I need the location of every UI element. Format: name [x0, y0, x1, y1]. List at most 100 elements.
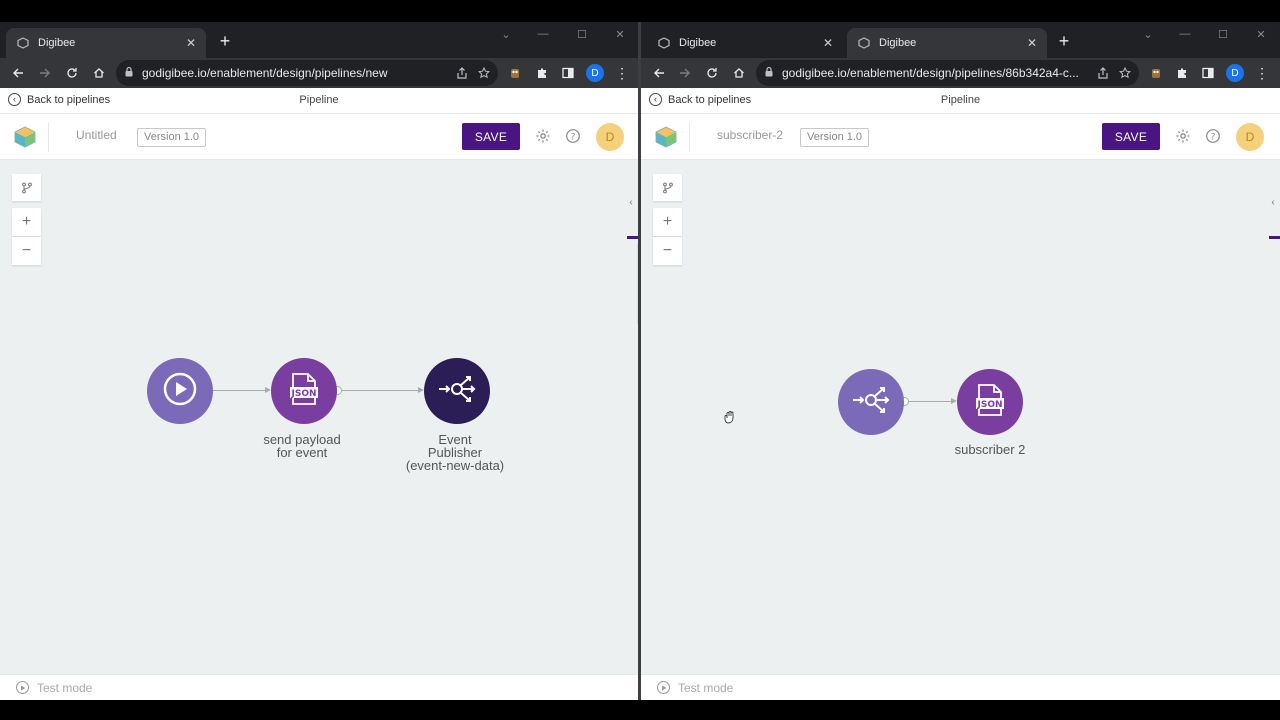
- extension-owl-icon[interactable]: [1146, 63, 1166, 83]
- bookmark-star-icon[interactable]: [476, 65, 492, 81]
- help-icon[interactable]: ?: [1204, 127, 1222, 145]
- close-window-icon[interactable]: ✕: [1254, 28, 1268, 41]
- side-panel-icon[interactable]: [1198, 63, 1218, 83]
- save-button[interactable]: SAVE: [462, 123, 520, 150]
- back-to-pipelines-label: Back to pipelines: [668, 93, 752, 106]
- json-step-node[interactable]: JSON: [957, 369, 1023, 435]
- pipeline-header: subscriber-2 Version 1.0 SAVE ? D: [641, 114, 1280, 160]
- chrome-profile-avatar[interactable]: D: [1225, 63, 1245, 83]
- pipeline-name[interactable]: subscriber-2: [717, 128, 783, 142]
- event-trigger-icon: [851, 383, 891, 422]
- minimize-icon[interactable]: —: [536, 28, 550, 40]
- back-to-pipelines-label: Back to pipelines: [27, 93, 111, 106]
- svg-text:?: ?: [571, 132, 576, 142]
- browser-toolbar: godigibee.io/enablement/design/pipelines…: [641, 58, 1280, 88]
- connector-line: [342, 390, 418, 391]
- tab-close-icon[interactable]: ✕: [186, 36, 196, 50]
- tab-title: Digibee: [879, 37, 917, 49]
- browser-tab[interactable]: Digibee ✕: [647, 28, 843, 58]
- share-icon[interactable]: [454, 65, 470, 81]
- new-tab-button[interactable]: +: [215, 32, 235, 52]
- trigger-node[interactable]: [147, 358, 213, 424]
- test-mode-bar[interactable]: Test mode: [0, 674, 638, 700]
- back-arrow-icon[interactable]: [8, 63, 28, 83]
- share-icon[interactable]: [1095, 65, 1111, 81]
- settings-gear-icon[interactable]: [534, 127, 552, 145]
- forward-arrow-icon[interactable]: [675, 63, 695, 83]
- version-badge[interactable]: Version 1.0: [800, 128, 870, 147]
- address-bar[interactable]: godigibee.io/enablement/design/pipelines…: [756, 60, 1139, 86]
- chrome-menu-icon[interactable]: ⋮: [1252, 63, 1272, 83]
- url-text: godigibee.io/enablement/design/pipelines…: [782, 66, 1079, 80]
- event-publisher-node[interactable]: [424, 358, 490, 424]
- maximize-icon[interactable]: ☐: [575, 28, 589, 41]
- test-mode-bar[interactable]: Test mode: [641, 674, 1280, 700]
- address-bar[interactable]: godigibee.io/enablement/design/pipelines…: [116, 60, 498, 86]
- home-icon[interactable]: [89, 63, 109, 83]
- side-panel-icon[interactable]: [558, 63, 578, 83]
- zoom-in-icon[interactable]: +: [12, 208, 41, 236]
- flow-branch-icon[interactable]: [12, 174, 41, 201]
- minimize-icon[interactable]: —: [1178, 28, 1192, 40]
- tab-search-icon[interactable]: ⌄: [1141, 28, 1155, 41]
- back-to-pipelines-link[interactable]: ‹ Back to pipelines: [649, 93, 751, 106]
- help-icon[interactable]: ?: [564, 127, 582, 145]
- reload-icon[interactable]: [62, 63, 82, 83]
- test-mode-play-icon: [16, 681, 29, 694]
- browser-window-right: Digibee ✕ Digibee ✕ + ⌄ — ☐ ✕ godigibee.…: [641, 22, 1280, 700]
- bookmark-star-icon[interactable]: [1117, 65, 1133, 81]
- back-arrow-icon[interactable]: [649, 63, 669, 83]
- flow-branch-icon[interactable]: [653, 174, 682, 201]
- digibee-favicon-icon: [657, 36, 671, 50]
- pipeline-canvas[interactable]: + − ‹ JSON send payload for event Event …: [0, 160, 638, 674]
- save-button[interactable]: SAVE: [1102, 123, 1160, 150]
- back-circle-icon: ‹: [649, 93, 662, 106]
- zoom-out-icon[interactable]: −: [12, 237, 41, 265]
- pipeline-name[interactable]: Untitled: [76, 128, 117, 142]
- zoom-in-icon[interactable]: +: [653, 208, 682, 236]
- test-mode-label: Test mode: [37, 680, 93, 695]
- tab-search-icon[interactable]: ⌄: [499, 28, 513, 41]
- user-avatar[interactable]: D: [1236, 123, 1264, 151]
- maximize-icon[interactable]: ☐: [1216, 28, 1230, 41]
- collapse-panel-icon[interactable]: ‹: [626, 190, 636, 214]
- user-avatar[interactable]: D: [596, 123, 624, 151]
- event-publisher-label: Event Publisher (event-new-data): [405, 432, 505, 473]
- pipeline-canvas[interactable]: + − ‹ JSON subscriber 2: [641, 160, 1280, 674]
- tab-close-icon[interactable]: ✕: [823, 36, 833, 50]
- browser-tab[interactable]: Digibee ✕: [6, 28, 206, 58]
- back-circle-icon: ‹: [8, 93, 21, 106]
- extensions-puzzle-icon[interactable]: [1172, 63, 1192, 83]
- json-step-node[interactable]: JSON: [271, 358, 337, 424]
- event-trigger-node[interactable]: [838, 369, 904, 435]
- digibee-logo-icon[interactable]: [653, 125, 679, 149]
- play-icon: [163, 372, 197, 411]
- svg-text:JSON: JSON: [976, 400, 1002, 410]
- header-separator: [48, 122, 49, 152]
- browser-tab-active[interactable]: Digibee ✕: [847, 28, 1047, 58]
- pipeline-header: Untitled Version 1.0 SAVE ? D: [0, 114, 638, 160]
- chrome-menu-icon[interactable]: ⋮: [612, 63, 632, 83]
- tab-close-icon[interactable]: ✕: [1027, 36, 1037, 50]
- settings-gear-icon[interactable]: [1174, 127, 1192, 145]
- digibee-favicon-icon: [857, 36, 871, 50]
- collapse-panel-icon[interactable]: ‹: [1268, 190, 1278, 214]
- extensions-puzzle-icon[interactable]: [532, 63, 552, 83]
- forward-arrow-icon[interactable]: [35, 63, 55, 83]
- close-window-icon[interactable]: ✕: [613, 28, 627, 41]
- version-badge[interactable]: Version 1.0: [137, 128, 207, 147]
- digibee-logo-icon[interactable]: [12, 125, 38, 149]
- browser-window-left: Digibee ✕ + ⌄ — ☐ ✕ godigibee.io/enablem…: [0, 22, 638, 700]
- new-tab-button[interactable]: +: [1054, 32, 1074, 52]
- browser-toolbar: godigibee.io/enablement/design/pipelines…: [0, 58, 638, 88]
- zoom-out-icon[interactable]: −: [653, 237, 682, 265]
- home-icon[interactable]: [729, 63, 749, 83]
- reload-icon[interactable]: [702, 63, 722, 83]
- svg-text:JSON: JSON: [290, 389, 316, 399]
- chrome-profile-avatar[interactable]: D: [585, 63, 605, 83]
- digibee-favicon-icon: [16, 36, 30, 50]
- back-to-pipelines-link[interactable]: ‹ Back to pipelines: [8, 93, 110, 106]
- extension-owl-icon[interactable]: [505, 63, 525, 83]
- tab-strip: Digibee ✕ + ⌄ — ☐ ✕: [0, 22, 638, 58]
- tab-strip: Digibee ✕ Digibee ✕ + ⌄ — ☐ ✕: [641, 22, 1280, 58]
